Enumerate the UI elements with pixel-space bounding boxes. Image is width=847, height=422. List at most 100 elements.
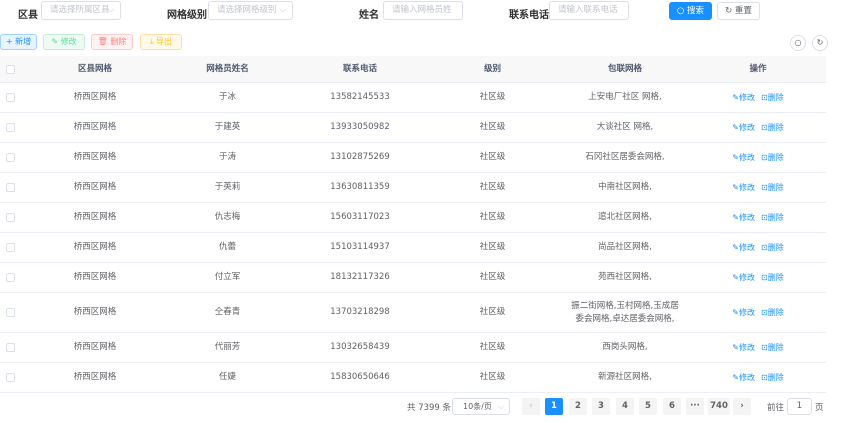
edit-button-label: 修改	[60, 37, 77, 46]
grid-level-select[interactable]: 请选择网格级别 ⌵	[208, 1, 293, 20]
trash-icon: ⊡	[761, 243, 768, 252]
next-page-button[interactable]: ›	[733, 398, 751, 415]
row-delete-link[interactable]: ⊡删除	[761, 211, 784, 224]
search-icon: ○	[794, 38, 802, 47]
prev-page-button[interactable]: ‹	[522, 398, 540, 415]
row-checkbox[interactable]	[5, 243, 15, 252]
refresh-button[interactable]: ↻	[812, 35, 828, 51]
row-edit-link[interactable]: ✎修改	[732, 341, 755, 354]
header-phone: 联系电话	[342, 64, 377, 74]
row-delete-link[interactable]: ⊡删除	[761, 181, 784, 194]
row-delete-link[interactable]: ⊡删除	[761, 91, 784, 104]
cell-level: 社区级	[479, 212, 506, 222]
row-delete-label: 删除	[767, 93, 784, 102]
cell-phone: 13582145533	[330, 92, 390, 102]
row-select-cell	[0, 233, 20, 262]
row-edit-link[interactable]: ✎修改	[732, 271, 755, 284]
row-delete-link[interactable]: ⊡删除	[761, 121, 784, 134]
row-delete-link[interactable]: ⊡删除	[761, 151, 784, 164]
row-delete-label: 删除	[767, 183, 784, 192]
header-name: 网格员姓名	[206, 64, 249, 74]
cell-grids: 尚品社区网格,	[598, 242, 652, 252]
row-edit-link[interactable]: ✎修改	[732, 151, 755, 164]
edit-icon: ✎	[732, 183, 739, 192]
search-button-label: 搜索	[687, 6, 705, 16]
goto-label: 前往	[767, 403, 785, 413]
page-size-select[interactable]: 10条/页 ⌵	[452, 398, 510, 415]
row-delete-link[interactable]: ⊡删除	[761, 241, 784, 254]
row-delete-link[interactable]: ⊡删除	[761, 271, 784, 284]
cell-phone: 18132117326	[330, 272, 390, 282]
row-checkbox[interactable]	[5, 373, 15, 382]
row-checkbox[interactable]	[5, 308, 15, 317]
name-input[interactable]: 请输入网格员姓	[383, 1, 463, 20]
row-checkbox[interactable]	[5, 93, 15, 102]
row-edit-link[interactable]: ✎修改	[732, 91, 755, 104]
row-delete-label: 删除	[767, 343, 784, 352]
page-button-1[interactable]: 1	[545, 398, 563, 415]
cell-level: 社区级	[479, 242, 506, 252]
row-edit-label: 修改	[739, 243, 755, 252]
district-select[interactable]: 请选择所属区县 ⌵	[41, 1, 121, 20]
delete-button[interactable]: 🗑 删除	[91, 34, 133, 50]
page-button-6[interactable]: 6	[663, 398, 681, 415]
trash-icon: ⊡	[761, 343, 768, 352]
header-level: 级别	[483, 64, 501, 74]
row-edit-link[interactable]: ✎修改	[732, 211, 755, 224]
row-select-cell	[0, 143, 20, 172]
reset-button[interactable]: ↻ 重置	[717, 2, 760, 20]
cell-grids: 振二街网格,玉村网格,玉成居委会网格,卓达居委会网格,	[571, 300, 679, 324]
row-checkbox[interactable]	[5, 123, 15, 132]
edit-icon: ✎	[732, 93, 739, 102]
row-checkbox[interactable]	[5, 343, 15, 352]
export-button[interactable]: ⤓ 导出	[140, 34, 182, 50]
search-button[interactable]: ○ 搜索	[669, 2, 712, 20]
row-edit-link[interactable]: ✎修改	[732, 306, 755, 319]
cell-actions: ✎修改 ⊡删除	[700, 173, 816, 202]
table-row: 桥西区网格 仇志梅 15603117023 社区级 逭北社区网格, ✎修改 ⊡删除	[0, 203, 826, 233]
cell-district: 桥西区网格	[73, 342, 117, 352]
add-button-label: + 新增	[5, 37, 32, 46]
chevron-down-icon: ⌵	[497, 402, 504, 411]
phone-input[interactable]: 请输入联系电话	[549, 1, 629, 20]
page-size-value: 10条/页	[463, 402, 492, 411]
page-button-2[interactable]: 2	[569, 398, 587, 415]
goto-page-input[interactable]: 1	[787, 398, 812, 415]
row-edit-link[interactable]: ✎修改	[732, 121, 755, 134]
more-pages-button[interactable]: ···	[686, 398, 704, 415]
export-button-label: 导出	[156, 37, 173, 46]
cell-name: 代丽芳	[214, 342, 241, 352]
header-district: 区县网格	[77, 64, 112, 74]
cell-phone: 13032658439	[330, 342, 390, 352]
row-checkbox[interactable]	[5, 213, 15, 222]
cell-district: 桥西区网格	[73, 372, 117, 382]
add-button[interactable]: + 新增	[0, 34, 37, 50]
cell-phone: 13630811359	[330, 182, 390, 192]
table-row: 桥西区网格 仇蕾 15103114937 社区级 尚品社区网格, ✎修改 ⊡删除	[0, 233, 826, 263]
cell-level: 社区级	[479, 152, 506, 162]
row-delete-link[interactable]: ⊡删除	[761, 371, 784, 384]
row-delete-link[interactable]: ⊡删除	[761, 341, 784, 354]
page-button-3[interactable]: 3	[592, 398, 610, 415]
row-checkbox[interactable]	[5, 153, 15, 162]
row-edit-link[interactable]: ✎修改	[732, 181, 755, 194]
page-button-4[interactable]: 4	[616, 398, 634, 415]
row-checkbox[interactable]	[5, 273, 15, 282]
row-checkbox[interactable]	[5, 183, 15, 192]
cell-grids: 新源社区网格,	[598, 372, 652, 382]
cell-actions: ✎修改 ⊡删除	[700, 263, 816, 292]
cell-level: 社区级	[479, 122, 506, 132]
table-row: 桥西区网格 于冰 13582145533 社区级 上安电厂社区 网格, ✎修改 ⊡删除	[0, 83, 826, 113]
toggle-search-button[interactable]: ○	[790, 35, 806, 51]
pagination-total: 共 7399 条	[407, 403, 452, 413]
page-button-5[interactable]: 5	[639, 398, 657, 415]
row-edit-link[interactable]: ✎修改	[732, 241, 755, 254]
edit-button[interactable]: ✎ 修改	[43, 34, 85, 50]
chevron-left-icon: ‹	[529, 401, 533, 411]
select-all-checkbox[interactable]	[5, 64, 15, 74]
row-select-cell	[0, 203, 20, 232]
row-edit-link[interactable]: ✎修改	[732, 371, 755, 384]
row-select-cell	[0, 333, 20, 362]
page-button-last[interactable]: 740	[708, 398, 730, 415]
row-delete-link[interactable]: ⊡删除	[761, 306, 784, 319]
